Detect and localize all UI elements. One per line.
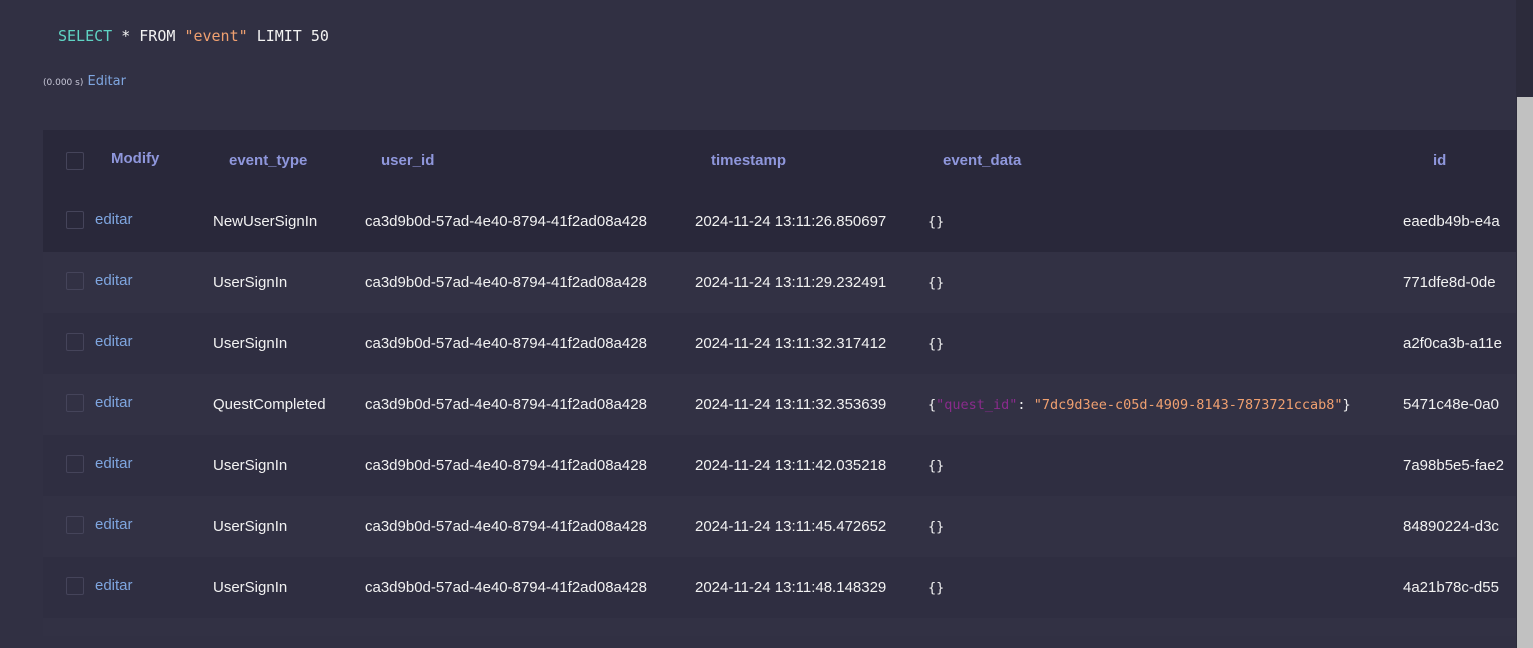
cell-timestamp: 2024-11-24 13:11:26.850697: [695, 191, 928, 252]
cell-event-data: {"quest_id": "7dc9d3ee-c05d-4909-8143-78…: [928, 618, 1403, 636]
cell-user-id: ca3d9b0d-57ad-4e40-8794-41f2ad08a428: [365, 191, 695, 252]
results-table-container: Modify event_type user_id timestamp even…: [43, 130, 1516, 636]
header-id[interactable]: id: [1403, 130, 1516, 191]
cell-event-data: {}: [928, 191, 1403, 252]
cell-id: 7a98b5e5-fae2: [1403, 435, 1516, 496]
cell-timestamp: 2024-11-24 13:11:48.148329: [695, 557, 928, 618]
header-timestamp[interactable]: timestamp: [695, 130, 928, 191]
event-data-value: {}: [928, 580, 945, 596]
cell-event-data: {}: [928, 313, 1403, 374]
cell-id: 5471c48e-0a0: [1403, 374, 1516, 435]
vertical-scrollbar-thumb[interactable]: [1517, 97, 1533, 648]
event-data-value: {}: [928, 519, 945, 535]
cell-event-type: NewUserSignIn: [213, 191, 365, 252]
cell-user-id: ca3d9b0d-57ad-4e40-8794-41f2ad08a428: [365, 618, 695, 636]
cell-timestamp: 2024-11-24 13:11:32.317412: [695, 313, 928, 374]
event-data-value: {}: [928, 458, 945, 474]
sql-limit-value: 50: [310, 27, 329, 45]
header-event-type[interactable]: event_type: [213, 130, 365, 191]
cell-event-type: QuestCompleted: [213, 618, 365, 636]
row-checkbox[interactable]: [66, 577, 84, 596]
sql-star: *: [121, 27, 131, 45]
table-header-row: Modify event_type user_id timestamp even…: [43, 130, 1516, 191]
edit-row-link[interactable]: editar: [95, 394, 133, 411]
edit-row-link[interactable]: editar: [95, 455, 133, 472]
cell-user-id: ca3d9b0d-57ad-4e40-8794-41f2ad08a428: [365, 435, 695, 496]
results-table: Modify event_type user_id timestamp even…: [43, 130, 1516, 636]
sql-table-name: "event": [184, 27, 248, 45]
query-time: (0.000 s): [43, 78, 84, 88]
json-value: "7dc9d3ee-c05d-4909-8143-7873721ccab8": [1033, 397, 1343, 413]
cell-id: a2f0ca3b-a11e: [1403, 313, 1516, 374]
cell-id: eaedb49b-e4a: [1403, 191, 1516, 252]
table-row: editar UserSignIn ca3d9b0d-57ad-4e40-879…: [43, 313, 1516, 374]
sql-keyword-limit: LIMIT: [256, 27, 302, 45]
edit-row-link[interactable]: editar: [95, 577, 133, 594]
cell-user-id: ca3d9b0d-57ad-4e40-8794-41f2ad08a428: [365, 496, 695, 557]
event-data-value: {}: [928, 336, 945, 352]
edit-row-link[interactable]: editar: [95, 272, 133, 289]
header-user-id[interactable]: user_id: [365, 130, 695, 191]
edit-row-link[interactable]: editar: [95, 516, 133, 533]
row-checkbox[interactable]: [66, 211, 84, 230]
edit-row-link[interactable]: editar: [95, 333, 133, 350]
row-checkbox[interactable]: [66, 272, 84, 291]
sql-keyword-from: FROM: [139, 27, 176, 45]
row-checkbox[interactable]: [66, 333, 84, 352]
json-key: "quest_id": [936, 397, 1018, 413]
table-row: editar UserSignIn ca3d9b0d-57ad-4e40-879…: [43, 435, 1516, 496]
cell-timestamp: 2024-11-24 13:11:48.181439: [695, 618, 928, 636]
cell-id: 84890224-d3c: [1403, 496, 1516, 557]
select-all-checkbox[interactable]: [66, 151, 84, 170]
cell-user-id: ca3d9b0d-57ad-4e40-8794-41f2ad08a428: [365, 313, 695, 374]
cell-event-data: {"quest_id": "7dc9d3ee-c05d-4909-8143-78…: [928, 374, 1403, 435]
query-meta: (0.000 s) Editar: [43, 74, 126, 89]
cell-event-data: {}: [928, 496, 1403, 557]
table-row: editar NewUserSignIn ca3d9b0d-57ad-4e40-…: [43, 191, 1516, 252]
table-row: editar QuestCompleted ca3d9b0d-57ad-4e40…: [43, 618, 1516, 636]
sql-query: SELECT * FROM "event" LIMIT 50: [58, 27, 329, 45]
table-row: editar UserSignIn ca3d9b0d-57ad-4e40-879…: [43, 496, 1516, 557]
header-modify: Modify: [95, 130, 213, 191]
cell-id: 4a21b78c-d55: [1403, 557, 1516, 618]
header-event-data[interactable]: event_data: [928, 130, 1403, 191]
cell-id: 771dfe8d-0de: [1403, 252, 1516, 313]
row-checkbox[interactable]: [66, 394, 84, 413]
sql-keyword-select: SELECT: [58, 27, 113, 45]
cell-timestamp: 2024-11-24 13:11:32.353639: [695, 374, 928, 435]
cell-timestamp: 2024-11-24 13:11:42.035218: [695, 435, 928, 496]
cell-id: d2fb5628-25e: [1403, 618, 1516, 636]
table-row: editar UserSignIn ca3d9b0d-57ad-4e40-879…: [43, 252, 1516, 313]
row-checkbox[interactable]: [66, 455, 84, 474]
cell-event-type: UserSignIn: [213, 557, 365, 618]
table-row: editar UserSignIn ca3d9b0d-57ad-4e40-879…: [43, 557, 1516, 618]
cell-user-id: ca3d9b0d-57ad-4e40-8794-41f2ad08a428: [365, 557, 695, 618]
cell-event-type: QuestCompleted: [213, 374, 365, 435]
cell-user-id: ca3d9b0d-57ad-4e40-8794-41f2ad08a428: [365, 252, 695, 313]
event-data-value: {}: [928, 214, 945, 230]
cell-event-type: UserSignIn: [213, 313, 365, 374]
row-checkbox[interactable]: [66, 516, 84, 535]
edit-row-link[interactable]: editar: [95, 211, 133, 228]
cell-event-data: {}: [928, 252, 1403, 313]
cell-timestamp: 2024-11-24 13:11:45.472652: [695, 496, 928, 557]
cell-user-id: ca3d9b0d-57ad-4e40-8794-41f2ad08a428: [365, 374, 695, 435]
cell-event-type: UserSignIn: [213, 252, 365, 313]
cell-event-data: {}: [928, 435, 1403, 496]
cell-timestamp: 2024-11-24 13:11:29.232491: [695, 252, 928, 313]
cell-event-data: {}: [928, 557, 1403, 618]
table-row: editar QuestCompleted ca3d9b0d-57ad-4e40…: [43, 374, 1516, 435]
event-data-json: {"quest_id": "7dc9d3ee-c05d-4909-8143-78…: [928, 397, 1351, 413]
edit-query-link[interactable]: Editar: [87, 74, 126, 89]
cell-event-type: UserSignIn: [213, 496, 365, 557]
event-data-value: {}: [928, 275, 945, 291]
cell-event-type: UserSignIn: [213, 435, 365, 496]
